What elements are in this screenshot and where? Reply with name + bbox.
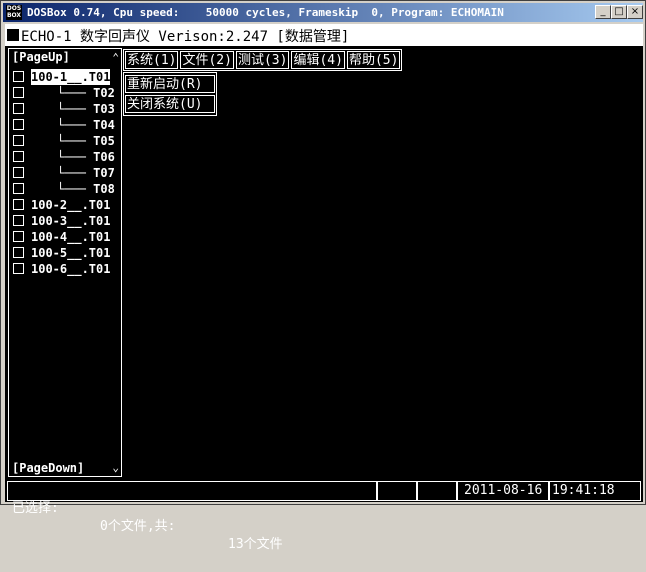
dosbox-window: DOS BOX DOSBox 0.74, Cpu speed: 50000 cy… xyxy=(0,0,646,552)
file-checkbox[interactable] xyxy=(13,151,24,162)
file-name[interactable]: └─── T06 xyxy=(57,149,115,165)
file-row[interactable]: └─── T07 xyxy=(9,165,123,181)
status-cell-empty-2 xyxy=(417,481,457,501)
scroll-up-icon[interactable]: ⌃ xyxy=(112,51,119,64)
status-date: 2011-08-16 xyxy=(457,481,549,501)
window-title: DOSBox 0.74, Cpu speed: 50000 cycles, Fr… xyxy=(27,6,504,19)
dosbox-app-icon[interactable]: DOS BOX xyxy=(6,5,22,20)
file-checkbox[interactable] xyxy=(13,247,24,258)
selected-count: 0个文件,共: xyxy=(100,519,176,534)
system-dropdown-menu: 重新启动(R) 关闭系统(U) xyxy=(123,72,217,116)
file-checkbox[interactable] xyxy=(13,119,24,130)
selected-label: 已选择: xyxy=(12,501,59,516)
file-row[interactable]: └─── T04 xyxy=(9,117,123,133)
file-row[interactable]: 100-6__.T01 xyxy=(9,261,123,277)
menu-system[interactable]: 系统(1) xyxy=(125,51,179,69)
selection-status: 已选择: 0个文件,共: 13个文件 xyxy=(7,481,377,552)
app-title: ECHO-1 数字回声仪 Verison:2.247 [数据管理] xyxy=(21,29,350,45)
app-header: ECHO-1 数字回声仪 Verison:2.247 [数据管理] xyxy=(5,24,643,46)
file-name[interactable]: └─── T03 xyxy=(57,101,115,117)
menu-file[interactable]: 文件(2) xyxy=(180,51,234,69)
menu-bar: 系统(1) 文件(2) 测试(3) 编辑(4) 帮助(5) xyxy=(123,49,403,71)
restart-menu-item[interactable]: 重新启动(R) xyxy=(125,75,215,93)
app-logo-icon xyxy=(7,29,19,41)
file-checkbox[interactable] xyxy=(13,167,24,178)
file-row[interactable]: 100-4__.T01 xyxy=(9,229,123,245)
file-row[interactable]: 100-2__.T01 xyxy=(9,197,123,213)
file-name[interactable]: └─── T05 xyxy=(57,133,115,149)
file-checkbox[interactable] xyxy=(13,135,24,146)
status-time: 19:41:18 xyxy=(549,481,641,501)
dos-screen: ECHO-1 数字回声仪 Verison:2.247 [数据管理] [PageU… xyxy=(5,24,643,552)
maximize-button[interactable]: □ xyxy=(611,5,627,19)
file-checkbox[interactable] xyxy=(13,231,24,242)
menu-test[interactable]: 测试(3) xyxy=(235,51,290,69)
file-checkbox[interactable] xyxy=(13,215,24,226)
file-checkbox[interactable] xyxy=(13,87,24,98)
file-name[interactable]: 100-3__.T01 xyxy=(31,213,110,229)
total-count: 13个文件 xyxy=(228,537,283,552)
file-name[interactable]: 100-4__.T01 xyxy=(31,229,110,245)
file-list-panel: [PageUp] ⌃ 100-1__.T01 └─── T02 └─── T03… xyxy=(8,48,122,477)
file-row[interactable]: └─── T06 xyxy=(9,149,123,165)
file-checkbox[interactable] xyxy=(13,199,24,210)
status-cell-empty-1 xyxy=(377,481,417,501)
file-checkbox[interactable] xyxy=(13,71,24,82)
file-name[interactable]: 100-5__.T01 xyxy=(31,245,110,261)
file-name[interactable]: └─── T02 xyxy=(57,85,115,101)
file-row[interactable]: └─── T08 xyxy=(9,181,123,197)
file-list: 100-1__.T01 └─── T02 └─── T03 └─── T04 └… xyxy=(9,69,123,277)
file-name[interactable]: └─── T08 xyxy=(57,181,115,197)
menu-help[interactable]: 帮助(5) xyxy=(346,51,401,69)
status-bar: 已选择: 0个文件,共: 13个文件 2011-08-16 19:41:18 xyxy=(5,481,643,552)
minimize-button[interactable]: _ xyxy=(595,5,611,19)
file-name[interactable]: 100-2__.T01 xyxy=(31,197,110,213)
file-name[interactable]: 100-6__.T01 xyxy=(31,261,110,277)
file-name[interactable]: └─── T07 xyxy=(57,165,115,181)
file-row[interactable]: └─── T02 xyxy=(9,85,123,101)
shutdown-menu-item[interactable]: 关闭系统(U) xyxy=(125,95,215,113)
page-up-button[interactable]: [PageUp] xyxy=(12,50,70,64)
file-row[interactable]: 100-1__.T01 xyxy=(9,69,123,85)
scroll-down-icon[interactable]: ⌄ xyxy=(112,461,119,474)
file-row[interactable]: 100-5__.T01 xyxy=(9,245,123,261)
file-row[interactable]: 100-3__.T01 xyxy=(9,213,123,229)
page-down-button[interactable]: [PageDown] xyxy=(12,461,84,475)
file-checkbox[interactable] xyxy=(13,103,24,114)
menu-edit[interactable]: 编辑(4) xyxy=(291,51,345,69)
close-button[interactable]: × xyxy=(627,5,643,19)
title-bar[interactable]: DOS BOX DOSBox 0.74, Cpu speed: 50000 cy… xyxy=(3,3,643,22)
file-row[interactable]: └─── T03 xyxy=(9,101,123,117)
file-checkbox[interactable] xyxy=(13,263,24,274)
file-name[interactable]: └─── T04 xyxy=(57,117,115,133)
file-row[interactable]: └─── T05 xyxy=(9,133,123,149)
file-name[interactable]: 100-1__.T01 xyxy=(31,69,111,85)
file-checkbox[interactable] xyxy=(13,183,24,194)
